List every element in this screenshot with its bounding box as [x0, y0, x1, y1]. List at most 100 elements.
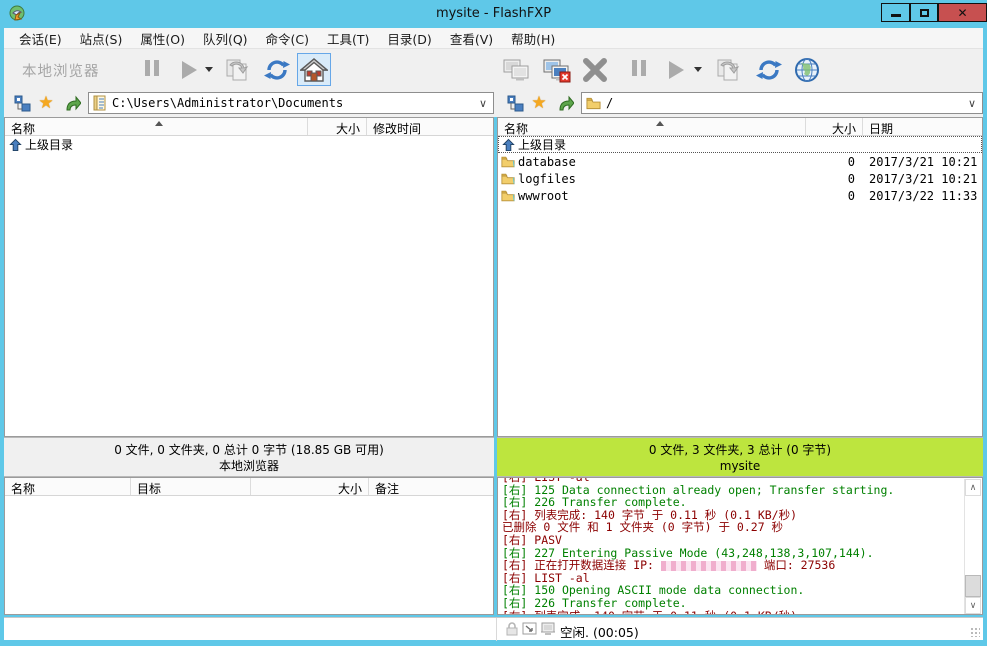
menu-item-属性[interactable]: 属性(O)	[131, 27, 194, 50]
local-resume-button[interactable]	[172, 53, 206, 86]
flashfxp-window: mysite - FlashFXP ✕ 会话(E)站点(S)属性(O)队列(Q)…	[0, 0, 987, 646]
folder-icon	[498, 172, 518, 185]
menu-item-工具[interactable]: 工具(T)	[318, 27, 378, 50]
window-title: mysite - FlashFXP	[0, 6, 987, 21]
file-row-上级目录[interactable]: 上级目录	[498, 136, 982, 153]
remote-pause-button[interactable]	[622, 53, 656, 86]
refresh-icon	[264, 57, 290, 83]
column-header-name[interactable]: 名称	[5, 478, 131, 495]
connect-icon	[502, 57, 532, 83]
menu-item-站点[interactable]: 站点(S)	[71, 27, 132, 50]
file-date: 2017/3/21 10:21	[863, 172, 982, 186]
lock-icon	[504, 621, 520, 637]
maximize-button[interactable]	[910, 3, 938, 22]
column-header-size[interactable]: 大小	[806, 118, 863, 135]
home-icon	[300, 57, 328, 83]
local-up-directory-button[interactable]	[62, 93, 82, 113]
up-directory-icon	[5, 138, 25, 152]
remote-path-value: /	[606, 96, 968, 110]
file-row-wwwroot[interactable]: wwwroot02017/3/22 11:33	[498, 187, 982, 204]
toolbar: 本地浏览器	[4, 49, 983, 90]
local-pause-button[interactable]	[135, 53, 169, 86]
menu-item-会话[interactable]: 会话(E)	[10, 27, 71, 50]
log-scrollbar[interactable]: ∧ ∨	[964, 479, 981, 614]
local-path-combobox[interactable]: C:\Users\Administrator\Documents ∨	[88, 92, 494, 114]
remote-bookmarks-button[interactable]: ★	[529, 93, 549, 113]
scroll-down-button[interactable]: ∨	[965, 597, 981, 614]
minimize-button[interactable]	[881, 3, 910, 22]
local-refresh-button[interactable]	[260, 53, 294, 86]
folder-tree-icon	[507, 95, 524, 112]
remote-transfer-button[interactable]	[711, 53, 745, 86]
file-row-上级目录[interactable]: 上级目录	[5, 136, 493, 153]
remote-resume-dropdown[interactable]	[691, 53, 705, 86]
remote-resume-button[interactable]	[659, 53, 693, 86]
remote-path-combobox[interactable]: / ∨	[581, 92, 983, 114]
menu-item-查看[interactable]: 查看(V)	[441, 27, 502, 50]
queue-header: 名称 目标 大小 备注	[5, 478, 493, 496]
resize-grip[interactable]	[970, 627, 980, 637]
up-directory-icon	[502, 138, 515, 152]
chevron-down-icon[interactable]: ∨	[479, 97, 487, 110]
column-header-size[interactable]: 大小	[308, 118, 367, 135]
refresh-icon	[756, 57, 782, 83]
menu-item-队列[interactable]: 队列(Q)	[194, 27, 257, 50]
column-header-size[interactable]: 大小	[251, 478, 369, 495]
remote-list-body: 上级目录database02017/3/21 10:21logfiles0201…	[498, 136, 982, 204]
column-header-target[interactable]: 目标	[131, 478, 251, 495]
menu-item-命令[interactable]: 命令(C)	[257, 27, 318, 50]
local-status-title: 本地浏览器	[4, 458, 494, 474]
session-log-panel[interactable]: [右] LIST -al[右] 125 Data connection alre…	[497, 477, 983, 615]
column-header-note[interactable]: 备注	[369, 478, 493, 495]
local-folder-tree-button[interactable]	[12, 93, 32, 113]
close-button[interactable]: ✕	[938, 3, 987, 22]
column-header-name[interactable]: 名称	[498, 118, 806, 135]
remote-site-browser-button[interactable]	[790, 53, 824, 86]
abort-x-icon	[581, 57, 609, 83]
scrollbar-thumb[interactable]	[965, 575, 981, 597]
remote-status-title: mysite	[497, 458, 983, 474]
log-line: 已删除 0 文件 和 1 文件夹 (0 字节) 于 0.27 秒	[502, 521, 982, 534]
remote-up-directory-button[interactable]	[555, 93, 575, 113]
remote-disconnect-button[interactable]	[538, 53, 576, 86]
file-size: 0	[806, 172, 863, 186]
menu-item-帮助[interactable]: 帮助(H)	[502, 27, 564, 50]
local-home-button[interactable]	[297, 53, 331, 86]
sort-ascending-icon	[656, 121, 664, 126]
scroll-up-button[interactable]: ∧	[965, 479, 981, 496]
chevron-down-icon: ∨	[970, 601, 977, 611]
remote-connect-button[interactable]	[498, 53, 536, 86]
mode-icon	[522, 621, 538, 637]
column-header-modified[interactable]: 修改时间	[367, 118, 493, 135]
column-header-date[interactable]: 日期	[863, 118, 982, 135]
remote-folder-tree-button[interactable]	[505, 93, 525, 113]
file-row-database[interactable]: database02017/3/21 10:21	[498, 153, 982, 170]
file-size: 0	[806, 155, 863, 169]
menu-bar: 会话(E)站点(S)属性(O)队列(Q)命令(C)工具(T)目录(D)查看(V)…	[4, 28, 983, 49]
minimize-icon	[891, 14, 901, 17]
local-status-counts: 0 文件, 0 文件夹, 0 总计 0 字节 (18.85 GB 可用)	[4, 442, 494, 458]
chevron-down-icon[interactable]: ∨	[968, 97, 976, 110]
file-row-logfiles[interactable]: logfiles02017/3/21 10:21	[498, 170, 982, 187]
log-lines: [右] LIST -al[右] 125 Data connection alre…	[502, 477, 982, 615]
local-resume-dropdown[interactable]	[202, 53, 216, 86]
play-icon	[669, 61, 684, 79]
title-bar[interactable]: mysite - FlashFXP ✕	[0, 0, 987, 28]
path-row: ★ C:\Users\Administrator\Documents ∨	[4, 90, 983, 117]
menu-item-目录[interactable]: 目录(D)	[378, 27, 440, 50]
remote-refresh-button[interactable]	[752, 53, 786, 86]
remote-abort-button[interactable]	[578, 53, 612, 86]
up-directory-icon	[498, 138, 518, 152]
folder-icon	[498, 155, 518, 168]
transfer-queue-panel: 名称 目标 大小 备注	[4, 477, 494, 615]
local-bookmarks-button[interactable]: ★	[36, 93, 56, 113]
local-status-band: 0 文件, 0 文件夹, 0 总计 0 字节 (18.85 GB 可用) 本地浏…	[4, 437, 494, 477]
local-transfer-button[interactable]	[220, 53, 254, 86]
sort-ascending-icon	[155, 121, 163, 126]
log-line: [右] 正在打开数据连接 IP: 端口: 27536	[502, 559, 982, 572]
folder-tree-icon	[14, 95, 31, 112]
document-icon	[93, 95, 107, 111]
local-browser-label[interactable]: 本地浏览器	[22, 60, 100, 81]
up-directory-icon	[9, 138, 22, 152]
folder-icon	[501, 189, 515, 202]
